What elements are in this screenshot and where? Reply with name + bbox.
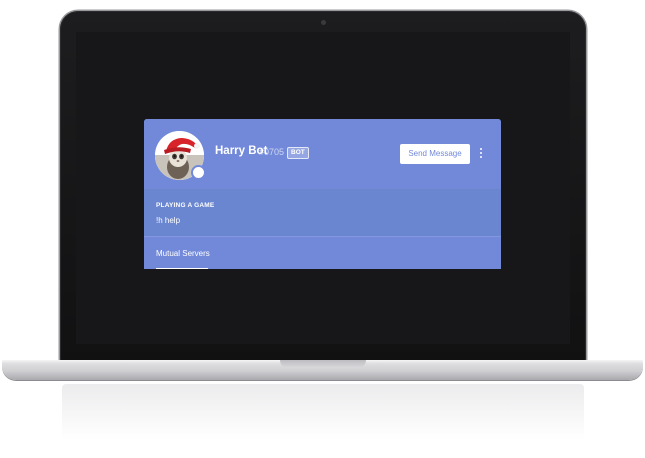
more-dot: [479, 147, 483, 150]
activity-section: PLAYING A GAME !h help: [144, 189, 501, 236]
status-indicator: [191, 165, 206, 180]
send-message-button[interactable]: Send Message: [400, 144, 470, 164]
more-dot: [479, 155, 483, 158]
laptop-opening-notch: [280, 360, 366, 368]
active-tab-indicator: [156, 268, 208, 269]
tab-mutual-servers[interactable]: Mutual Servers: [156, 249, 210, 258]
activity-game-name: !h help: [156, 216, 181, 225]
profile-tabs: Mutual Servers: [144, 236, 501, 269]
laptop-reflection: [62, 384, 584, 454]
more-dot: [479, 151, 483, 154]
profile-header: Harry Bot #0705 BOT Send Message: [144, 119, 501, 189]
user-discriminator: #0705: [259, 147, 285, 157]
activity-heading: PLAYING A GAME: [156, 202, 215, 209]
bot-badge: BOT: [287, 147, 309, 159]
webcam-icon: [321, 20, 326, 25]
laptop-mockup: Harry Bot #0705 BOT Send Message PLAYING…: [0, 0, 645, 458]
more-vertical-icon[interactable]: [477, 146, 485, 162]
laptop-base: [2, 360, 643, 380]
user-profile-modal: Harry Bot #0705 BOT Send Message PLAYING…: [144, 119, 501, 269]
